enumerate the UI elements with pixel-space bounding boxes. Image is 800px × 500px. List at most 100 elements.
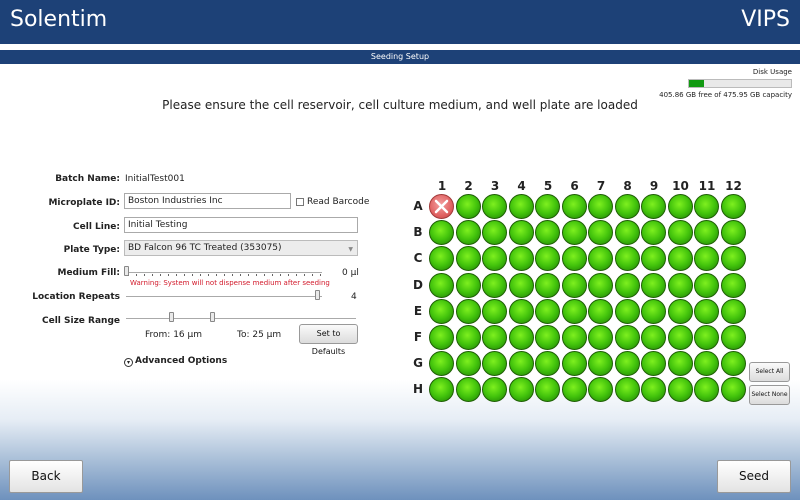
select-none-button[interactable]: Select None [749,385,790,405]
well[interactable] [588,325,613,350]
well[interactable] [694,298,719,324]
well[interactable] [588,272,613,298]
well[interactable] [561,272,587,298]
plate-row-header[interactable]: F [410,330,426,344]
well[interactable] [429,298,454,324]
well[interactable] [535,194,560,219]
well[interactable] [720,298,746,324]
well[interactable] [588,220,613,246]
well[interactable] [482,351,507,377]
well[interactable] [508,246,534,272]
plate-column-header[interactable]: 12 [721,179,747,193]
well[interactable] [694,272,719,298]
plate-row-header[interactable]: D [410,278,426,292]
well[interactable] [535,272,560,298]
well[interactable] [667,377,693,403]
microplate-id-input[interactable]: Boston Industries Inc [124,193,291,209]
well[interactable] [694,377,719,403]
well[interactable] [694,220,719,246]
well[interactable] [429,351,454,377]
well[interactable] [614,377,640,403]
well[interactable] [429,272,454,298]
well[interactable] [561,325,587,350]
well[interactable] [508,298,534,324]
well[interactable] [561,246,587,272]
well[interactable] [667,325,693,350]
well[interactable] [720,325,746,350]
cell-size-from-slider[interactable] [169,312,174,322]
well[interactable] [720,194,746,219]
plate-row-header[interactable]: E [410,304,426,318]
well[interactable] [667,298,693,324]
well[interactable] [482,298,507,324]
well[interactable] [667,220,693,246]
well[interactable] [641,246,666,272]
well[interactable] [508,351,534,377]
well[interactable] [588,377,613,403]
well[interactable] [667,194,693,219]
well[interactable] [720,220,746,246]
well[interactable] [588,246,613,272]
well[interactable] [482,220,507,246]
plate-type-select[interactable]: BD Falcon 96 TC Treated (353075) ▼ [124,240,358,256]
well[interactable] [641,194,666,219]
plate-column-header[interactable]: 6 [562,179,588,193]
well[interactable] [667,351,693,377]
well[interactable] [429,377,454,403]
well[interactable] [641,220,666,246]
well[interactable] [455,325,481,350]
well[interactable] [588,298,613,324]
plate-column-header[interactable]: 10 [668,179,694,193]
plate-column-header[interactable]: 4 [509,179,535,193]
well[interactable] [455,194,481,219]
advanced-options-toggle[interactable]: ▾ Advanced Options [124,356,227,367]
well[interactable] [720,377,746,403]
well[interactable] [720,351,746,377]
well[interactable] [535,298,560,324]
well[interactable] [614,325,640,350]
well[interactable] [455,377,481,403]
well[interactable] [482,246,507,272]
plate-row-header[interactable]: G [410,356,426,370]
well[interactable] [561,298,587,324]
well[interactable] [455,298,481,324]
well[interactable] [641,325,666,350]
well[interactable] [508,325,534,350]
well[interactable] [694,194,719,219]
plate-column-header[interactable]: 8 [615,179,641,193]
well[interactable] [455,246,481,272]
cell-line-input[interactable]: Initial Testing [124,217,358,233]
well[interactable] [455,351,481,377]
well[interactable] [482,377,507,403]
read-barcode-checkbox[interactable] [296,198,304,206]
well[interactable] [508,194,534,219]
plate-column-header[interactable]: 1 [429,179,455,193]
well[interactable] [455,220,481,246]
well[interactable] [588,194,613,219]
well[interactable] [614,272,640,298]
well[interactable] [614,220,640,246]
well[interactable] [667,246,693,272]
plate-column-header[interactable]: 5 [535,179,561,193]
plate-column-header[interactable]: 3 [482,179,508,193]
well[interactable] [614,194,640,219]
well[interactable] [694,351,719,377]
well[interactable] [694,246,719,272]
well[interactable] [535,377,560,403]
well[interactable] [641,351,666,377]
well[interactable] [429,325,454,350]
well[interactable] [535,351,560,377]
well[interactable] [561,220,587,246]
well[interactable] [641,272,666,298]
well[interactable] [614,351,640,377]
plate-column-header[interactable]: 11 [694,179,720,193]
plate-row-header[interactable]: C [410,251,426,265]
medium-fill-slider[interactable] [124,266,129,276]
well[interactable] [588,351,613,377]
well-excluded[interactable] [429,194,454,219]
seed-button[interactable]: Seed [717,460,791,493]
well[interactable] [641,298,666,324]
back-button[interactable]: Back [9,460,83,493]
well[interactable] [614,246,640,272]
plate-row-header[interactable]: H [410,382,426,396]
